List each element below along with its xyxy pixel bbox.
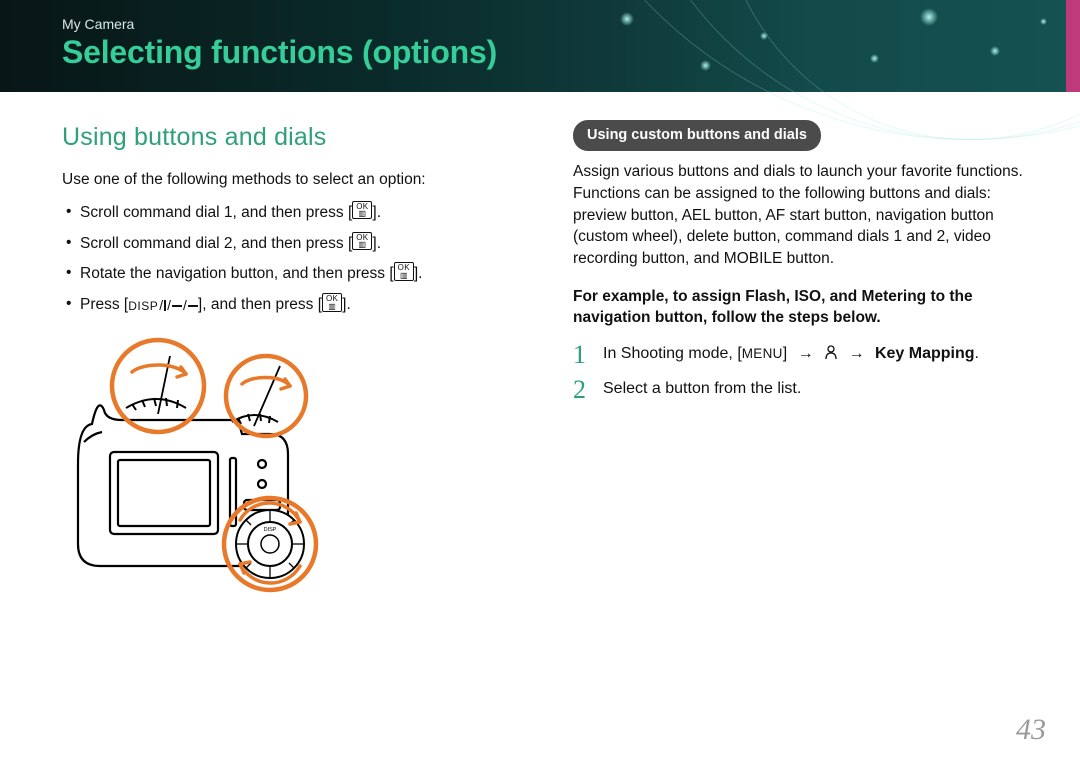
sparkle-icon — [620, 12, 634, 26]
page-number: 43 — [1016, 713, 1046, 747]
methods-list: Scroll command dial 1, and then press [O… — [66, 201, 533, 317]
sparkle-icon — [760, 32, 768, 40]
intro-text: Use one of the following methods to sele… — [62, 169, 533, 191]
step-text: Select a button from the list. — [603, 380, 801, 397]
user-settings-icon — [824, 344, 838, 367]
arrow-icon: → — [798, 345, 814, 362]
method-text: ]. — [372, 204, 381, 221]
manual-page: My Camera Selecting functions (options) … — [0, 0, 1080, 765]
list-item: Scroll command dial 2, and then press [O… — [66, 232, 533, 255]
ok-button-icon: OK▥ — [352, 201, 372, 219]
sparkle-icon — [990, 46, 1000, 56]
dpad-icon: DISP/// — [128, 296, 198, 316]
list-item: Scroll command dial 1, and then press [O… — [66, 201, 533, 224]
ok-button-icon: OK▥ — [394, 262, 414, 280]
camera-illustration: DISP — [62, 334, 382, 594]
list-item: Rotate the navigation button, and then p… — [66, 262, 533, 285]
section-heading: Using buttons and dials — [62, 120, 533, 155]
steps-list: 1 In Shooting mode, [MENU] → → Key Mappi… — [573, 343, 1044, 400]
example-note: For example, to assign Flash, ISO, and M… — [573, 286, 1044, 329]
decorative-arc — [720, 0, 1080, 140]
method-text: ], and then press [ — [198, 297, 322, 314]
step-text: . — [975, 345, 979, 362]
step-item: 2 Select a button from the list. — [573, 378, 1044, 400]
right-column: Using custom buttons and dials Assign va… — [573, 120, 1044, 735]
ok-button-icon: OK▥ — [322, 293, 342, 311]
method-text: Scroll command dial 1, and then press [ — [80, 204, 352, 221]
step-text: ] — [783, 345, 792, 362]
sparkle-icon — [920, 8, 938, 26]
step-number: 2 — [573, 372, 586, 408]
list-item: Press [DISP///], and then press [OK▥]. — [66, 293, 533, 316]
method-text: Scroll command dial 2, and then press [ — [80, 235, 352, 252]
sparkle-icon — [1040, 18, 1047, 25]
camera-svg: DISP — [62, 334, 382, 594]
menu-button-label: MENU — [742, 346, 783, 361]
section-tab-marker — [1066, 0, 1080, 92]
method-text: Press [ — [80, 297, 128, 314]
sparkle-icon — [700, 60, 711, 71]
page-title: Selecting functions (options) — [62, 34, 497, 71]
step-number: 1 — [573, 337, 586, 373]
step-text: In Shooting mode, [ — [603, 345, 742, 362]
method-text: Rotate the navigation button, and then p… — [80, 266, 394, 283]
left-column: Using buttons and dials Use one of the f… — [62, 120, 533, 735]
method-text: ]. — [414, 266, 423, 283]
sparkle-icon — [870, 54, 879, 63]
arrow-icon: → — [849, 345, 865, 362]
content-body: Using buttons and dials Use one of the f… — [62, 120, 1044, 735]
ok-button-icon: OK▥ — [352, 232, 372, 250]
subsection-pill: Using custom buttons and dials — [573, 120, 821, 151]
method-text: ]. — [372, 235, 381, 252]
decorative-arc — [620, 0, 1080, 140]
decorative-arc — [520, 0, 1080, 140]
method-text: ]. — [342, 297, 351, 314]
breadcrumb: My Camera — [62, 16, 134, 32]
menu-target-label: Key Mapping — [875, 345, 975, 362]
step-item: 1 In Shooting mode, [MENU] → → Key Mappi… — [573, 343, 1044, 367]
svg-text:DISP: DISP — [264, 527, 277, 533]
subsection-description: Assign various buttons and dials to laun… — [573, 161, 1044, 269]
